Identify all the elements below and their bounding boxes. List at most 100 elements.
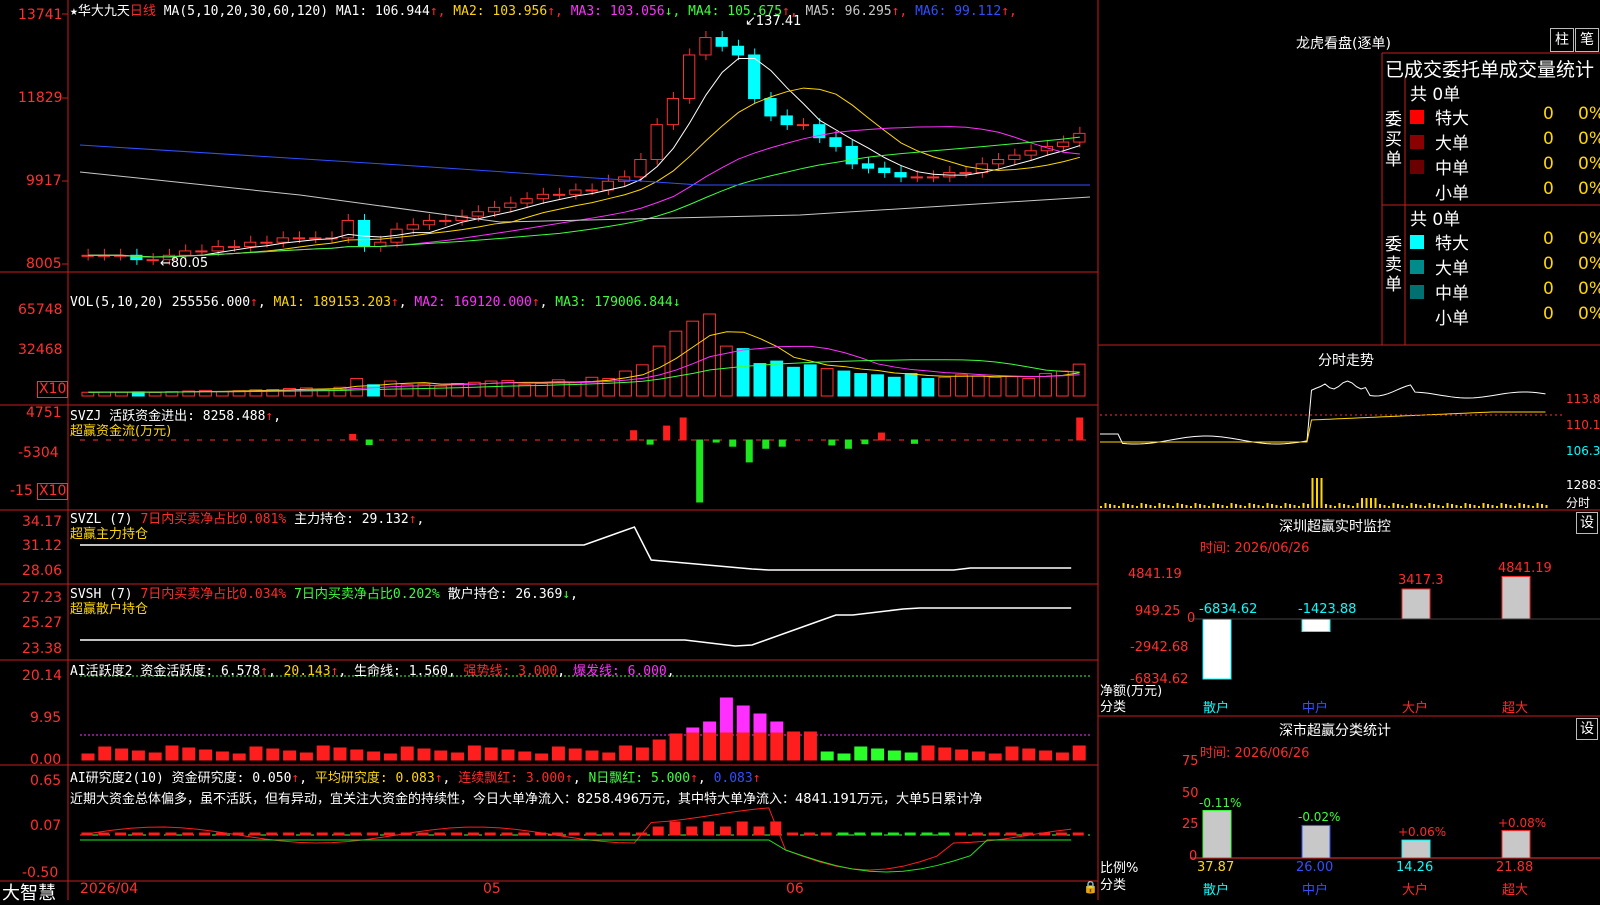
price-axis-label: 13741 — [18, 7, 63, 23]
intraday-vol-bar — [1482, 503, 1485, 508]
intraday-vol-bar — [1113, 505, 1116, 508]
ai-active-axis-label: 9.95 — [30, 710, 62, 726]
ai-research-bar — [350, 832, 362, 836]
intraday-vol-bar — [1410, 503, 1413, 508]
ai-active-bar-top — [719, 697, 733, 733]
intraday-vol-bar — [1428, 503, 1431, 508]
pen-view-button[interactable]: 笔 — [1575, 28, 1599, 52]
brand-logo[interactable]: 大智慧 — [2, 879, 56, 905]
svzj-axis-label: 4751 — [26, 405, 62, 421]
intraday-vol-bar — [1334, 506, 1336, 508]
volume-bar — [383, 380, 397, 397]
ai-research-axis-label: 0.07 — [30, 818, 62, 834]
ai-active-bar — [417, 748, 431, 761]
order-count: 0 — [1543, 279, 1554, 299]
ai-research-bar — [787, 832, 799, 836]
intraday-vol-bar — [1149, 505, 1152, 508]
svzj-bar — [861, 439, 869, 445]
svzj-x10-badge[interactable]: X10 — [37, 483, 69, 500]
volume-bar — [736, 348, 750, 397]
sz-monitor-settings-button[interactable]: 设 — [1576, 512, 1598, 534]
sz-monitor-time: 时间: 2026/06/26 — [1200, 541, 1310, 556]
intraday-vol-bar — [1118, 506, 1120, 508]
intraday-vol-bar — [1230, 503, 1233, 508]
period-label[interactable]: 日线 — [130, 4, 156, 19]
candle-body — [520, 198, 533, 204]
intraday-vol-bar — [1194, 503, 1197, 508]
ma-value-3: MA3: 103.056 — [562, 4, 665, 19]
intraday-vol-bar — [1338, 503, 1341, 508]
ai-active-bar — [232, 753, 246, 761]
ai-research-bar — [971, 832, 983, 836]
ai-active-bar — [451, 752, 465, 761]
ai-research-bar — [249, 832, 261, 836]
sz-stats-settings-button[interactable]: 设 — [1576, 718, 1598, 740]
volume-bar — [669, 330, 683, 397]
ai-research-bar — [568, 832, 580, 836]
intraday-vol-bar — [1199, 504, 1201, 508]
order-count: 0 — [1543, 104, 1554, 124]
candle-body — [683, 54, 696, 100]
candle-body — [699, 37, 712, 56]
intraday-vol-bar — [1320, 478, 1323, 508]
svzj-axis-label: -15 — [10, 483, 33, 499]
ai-research-bar — [467, 832, 479, 836]
volume-bar — [770, 360, 784, 397]
sz-bar-value: -6834.62 — [1199, 602, 1258, 617]
ai-active-bar — [299, 752, 313, 761]
ai-active-bar — [1022, 748, 1036, 761]
ai-active-axis-label: 0.00 — [30, 752, 62, 768]
sz-axis-label: 4841.19 — [1128, 567, 1182, 582]
svzl-line — [80, 526, 1072, 571]
svzj-axis-label: -5304 — [18, 445, 59, 461]
intraday-vol-bar — [1487, 504, 1489, 508]
ai-research-bar — [652, 826, 664, 836]
intraday-vol-bar — [1217, 504, 1219, 508]
stats-bar — [1401, 839, 1431, 859]
volume-bar — [1072, 363, 1086, 397]
ai-active-bar — [787, 731, 801, 761]
ai-active-bar — [686, 731, 700, 761]
ai-research-bar — [98, 832, 110, 836]
sz-category-label: 超大 — [1502, 701, 1529, 716]
sz-axis-label: -2942.68 — [1130, 640, 1189, 655]
volume-bar — [686, 320, 700, 397]
ma-value-5: MA5: 96.295 — [797, 4, 892, 19]
intraday-vol-bar — [1505, 504, 1507, 508]
volume-bar — [820, 368, 834, 397]
intraday-vol-bar — [1356, 503, 1359, 508]
sz-bar — [1501, 576, 1531, 620]
candle-body — [878, 167, 891, 174]
intraday-axis-label: 110.1 — [1566, 418, 1600, 432]
ai-active-bar-top — [686, 727, 700, 733]
intraday-vol-bar — [1469, 504, 1471, 508]
candle-body — [552, 193, 566, 196]
ai-active-bar — [518, 751, 532, 761]
intraday-vol-bar — [1104, 503, 1107, 508]
intraday-axis-label: 106.3 — [1566, 444, 1600, 458]
candle-body — [504, 202, 517, 208]
intraday-vol-bar — [1388, 506, 1390, 508]
stats-value: 26.00 — [1296, 860, 1334, 875]
stats-category-label: 超大 — [1502, 883, 1529, 898]
ai-research-bar — [753, 826, 765, 836]
star-icon[interactable]: ★ — [70, 4, 78, 19]
candle-body — [666, 98, 680, 126]
ai-active-bar — [770, 731, 784, 761]
intraday-vol-bar — [1185, 505, 1188, 508]
stats-delta: +0.06% — [1398, 825, 1447, 840]
ai-active-bar — [988, 753, 1002, 761]
ai-research-bar — [1055, 832, 1067, 836]
ai-active-bar — [484, 747, 498, 761]
vol-x10-badge[interactable]: X10 — [37, 381, 69, 398]
lock-icon[interactable]: 🔒 — [1083, 880, 1098, 894]
column-view-button[interactable]: 柱 — [1550, 28, 1574, 52]
sz-class-label: 分类 — [1100, 700, 1127, 715]
stats-axis-label: 25 — [1182, 817, 1199, 832]
sz-bar — [1202, 618, 1232, 680]
stats-category-label: 散户 — [1203, 883, 1230, 898]
intraday-vol-bar — [1343, 504, 1345, 508]
order-count: 0 — [1543, 304, 1554, 324]
intraday-vol-bar — [1280, 506, 1282, 508]
candle-body — [894, 172, 907, 178]
